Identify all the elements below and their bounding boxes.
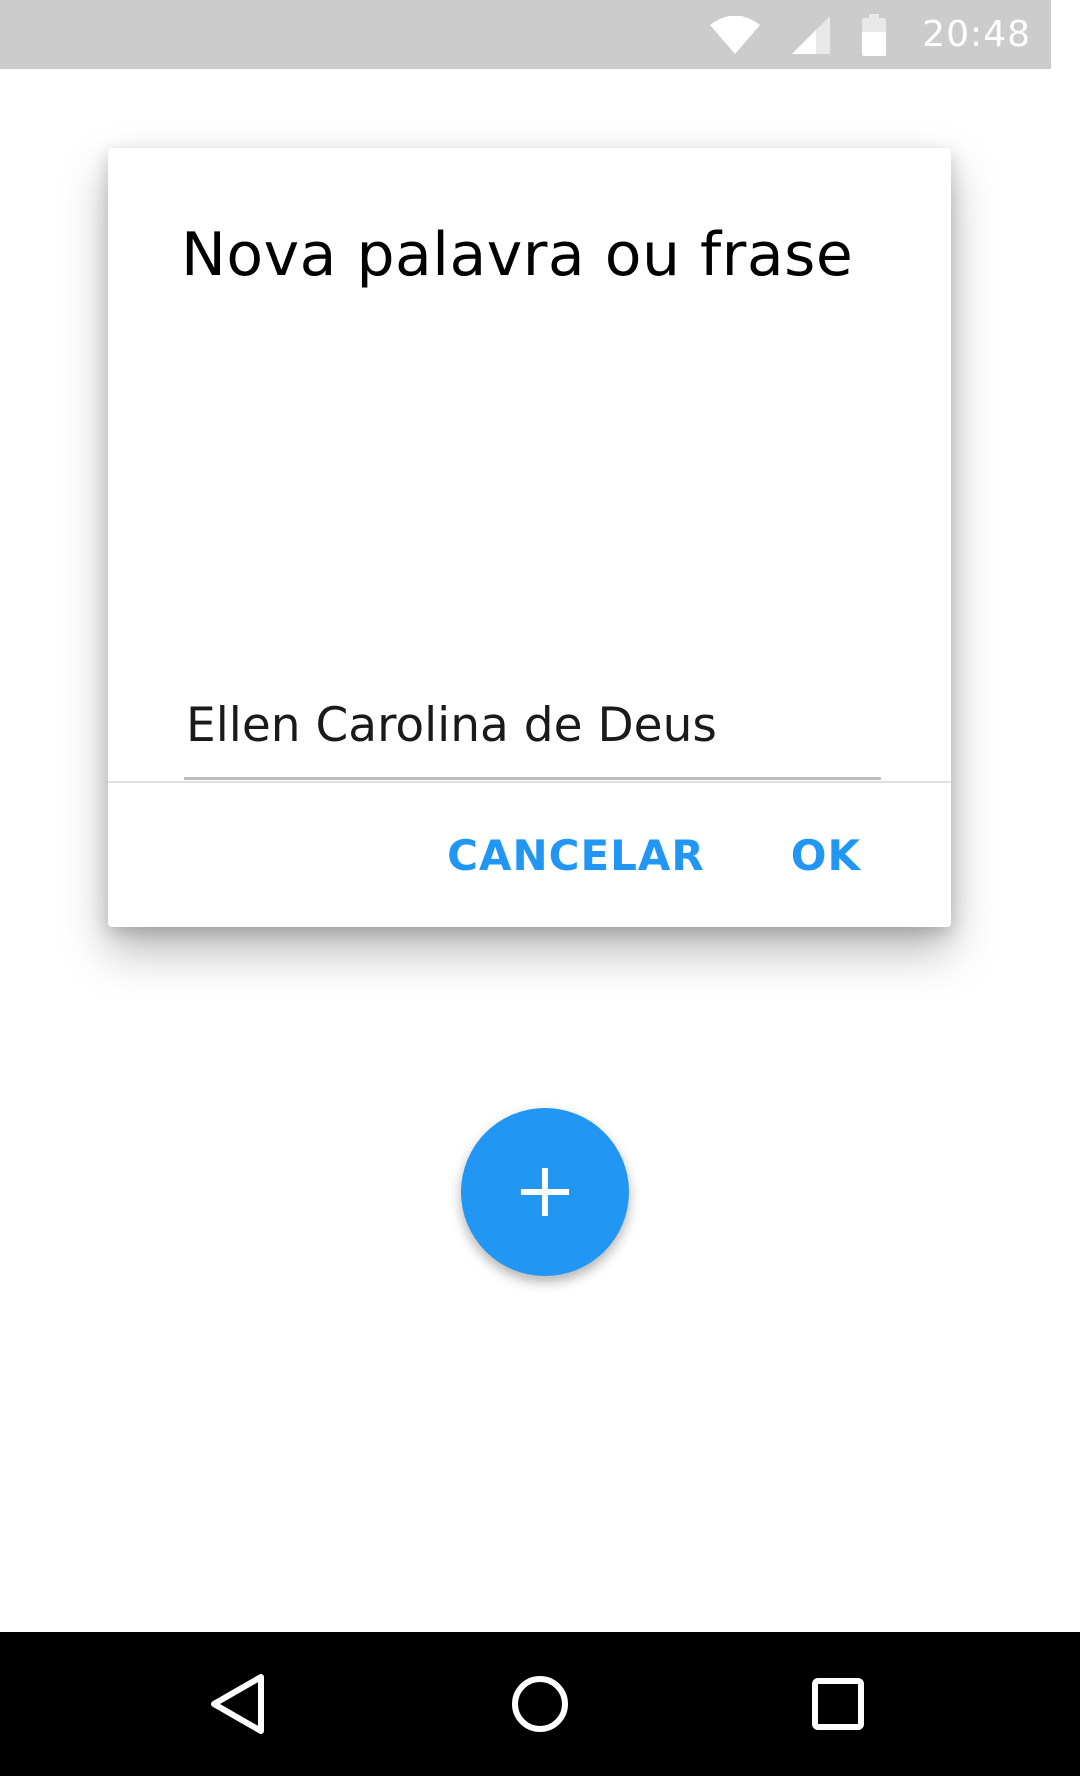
cell-signal-icon xyxy=(792,15,831,54)
new-phrase-dialog: Nova palavra ou frase Ellen Carolina de … xyxy=(108,148,951,927)
cancel-button[interactable]: CANCELAR xyxy=(447,831,705,880)
dialog-title: Nova palavra ou frase xyxy=(181,220,854,290)
screen: 20:48 Nova palavra ou frase Ellen Caroli… xyxy=(0,0,1080,1776)
back-icon xyxy=(211,1674,264,1734)
phrase-input-value[interactable]: Ellen Carolina de Deus xyxy=(186,698,717,753)
home-button[interactable] xyxy=(460,1632,620,1776)
ok-button[interactable]: OK xyxy=(791,831,861,880)
plus-icon xyxy=(521,1168,569,1216)
phrase-input-underline xyxy=(184,777,881,780)
recents-icon xyxy=(812,1678,864,1730)
status-icons: 20:48 xyxy=(710,0,1031,69)
home-icon xyxy=(512,1676,568,1732)
status-bar: 20:48 xyxy=(0,0,1051,69)
navigation-bar xyxy=(0,1632,1080,1776)
phrase-input[interactable]: Ellen Carolina de Deus xyxy=(184,678,881,780)
battery-icon xyxy=(862,13,887,56)
add-button[interactable] xyxy=(461,1108,629,1276)
wifi-icon xyxy=(710,15,761,54)
recents-button[interactable] xyxy=(758,1632,918,1776)
back-button[interactable] xyxy=(157,1632,317,1776)
dialog-actions: CANCELAR OK xyxy=(447,783,861,927)
status-time: 20:48 xyxy=(922,14,1031,55)
